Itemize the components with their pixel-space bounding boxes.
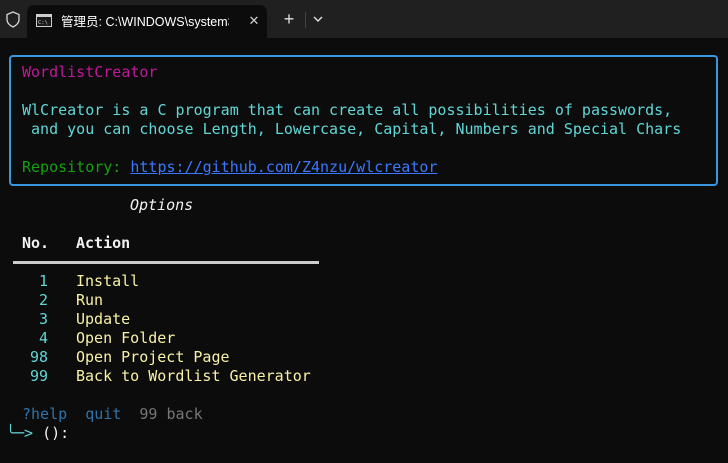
row-number: 99 [29,367,48,385]
header-action: Action [76,234,131,252]
row-action-open-project-page[interactable]: Open Project Page [76,348,230,367]
cmd-icon: C:\ [36,14,52,27]
hint-help: ?help [22,405,68,423]
hint-line: ?help quit 99 back [22,405,203,424]
row-number: 2 [38,291,48,309]
row-number: 3 [38,310,48,328]
tab-title: 管理员: C:\WINDOWS\system3 [61,15,229,29]
description-line-2: and you can choose Length, Lowercase, Ca… [22,120,682,138]
row-action-run[interactable]: Run [76,291,103,310]
row-number: 1 [38,272,48,290]
description-line-1: WlCreator is a C program that can create… [22,101,673,119]
hint-back: back [166,405,203,423]
row-number: 4 [38,329,48,347]
title-bar: C:\ 管理员: C:\WINDOWS\system3 ✕ + [0,0,728,38]
row-action-open-folder[interactable]: Open Folder [76,329,175,348]
prompt-line[interactable]: ╰─> (): [6,424,69,443]
shield-icon [6,11,20,28]
header-no: No. [22,234,50,252]
hint-quit: quit [85,405,122,423]
table-header-rule [13,261,319,264]
close-tab-icon[interactable]: ✕ [245,12,263,30]
svg-text:C:\: C:\ [38,20,48,26]
row-action-update[interactable]: Update [76,310,130,329]
prompt-text: (): [33,424,70,442]
row-action-back[interactable]: Back to Wordlist Generator [76,367,311,386]
prompt-arrow: ╰─> [6,424,34,442]
row-number: 98 [29,348,48,366]
repository-link[interactable]: https://github.com/Z4nzu/wlcreator [130,158,437,176]
repository-label: Repository: [22,158,131,176]
terminal-tab[interactable]: C:\ 管理员: C:\WINDOWS\system3 ✕ [27,5,267,38]
hint-back-number: 99 [139,405,158,423]
table-caption: Options [130,196,194,214]
row-action-install[interactable]: Install [76,272,139,291]
panel-title: WordlistCreator [22,63,158,81]
repository-line: Repository: https://github.com/Z4nzu/wlc… [22,158,437,177]
tab-divider [305,12,306,28]
chevron-down-icon[interactable] [310,11,326,27]
new-tab-button[interactable]: + [279,9,299,29]
